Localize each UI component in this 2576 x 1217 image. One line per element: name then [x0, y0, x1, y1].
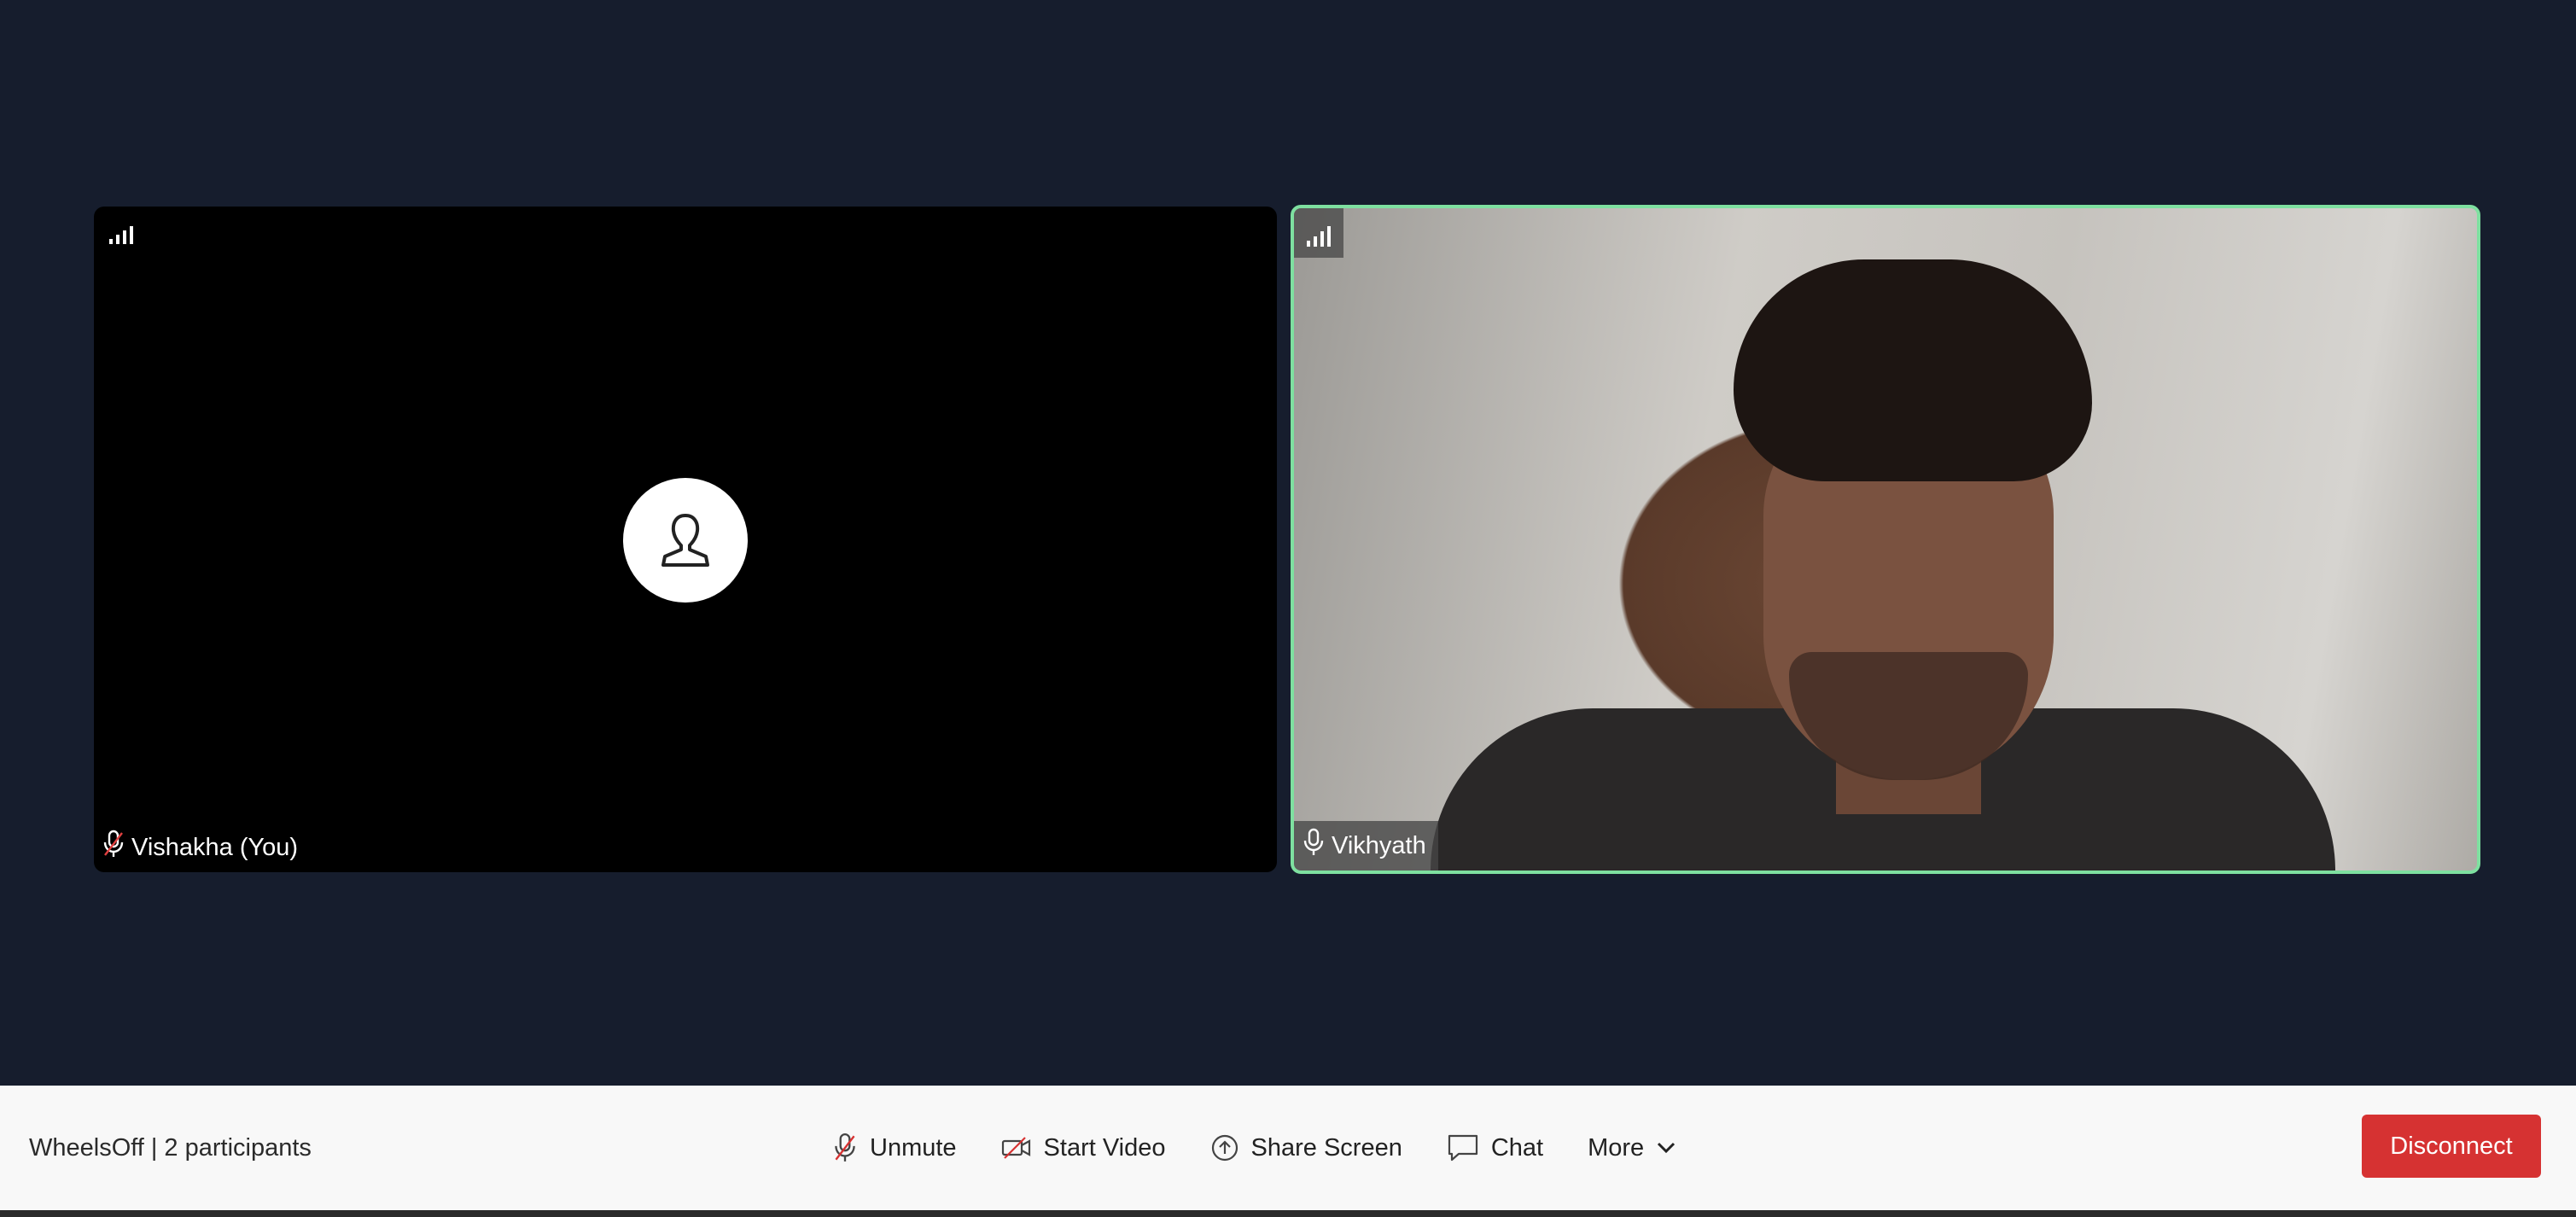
participant-tile-self[interactable]: Vishakha (You)	[94, 207, 1277, 872]
video-off-icon	[1001, 1135, 1032, 1161]
video-stage: Vishakha (You) Vikhyath	[0, 0, 2576, 1086]
call-controls: Unmute Start Video Share Screen Chat Mor…	[832, 1086, 1676, 1210]
share-screen-label: Share Screen	[1250, 1133, 1402, 1162]
more-button[interactable]: More	[1588, 1134, 1676, 1162]
meeting-info: WheelsOff | 2 participants	[29, 1086, 312, 1210]
share-screen-icon	[1210, 1133, 1239, 1162]
participant-name: Vishakha (You)	[131, 833, 299, 861]
participant-name: Vikhyath	[1332, 831, 1426, 859]
bottom-edge	[0, 1210, 2576, 1217]
chat-button[interactable]: Chat	[1447, 1133, 1543, 1162]
video-feed-subject	[1716, 259, 2092, 814]
user-avatar-icon	[623, 478, 748, 603]
participant-name-tag: Vishakha (You)	[94, 823, 310, 872]
mic-icon	[1303, 828, 1325, 864]
chat-label: Chat	[1490, 1133, 1544, 1162]
start-video-button[interactable]: Start Video	[1001, 1134, 1166, 1162]
disconnect-button[interactable]: Disconnect	[2362, 1115, 2541, 1178]
participant-tile-remote[interactable]: Vikhyath	[1291, 205, 2480, 874]
unmute-button[interactable]: Unmute	[832, 1133, 957, 1163]
mic-muted-icon	[102, 830, 125, 865]
chat-icon	[1447, 1133, 1479, 1162]
participant-count: 2 participants	[164, 1133, 312, 1162]
signal-bars-icon	[101, 212, 142, 253]
participant-name-tag: Vikhyath	[1294, 821, 1438, 871]
signal-bars-icon	[1294, 208, 1343, 258]
share-screen-button[interactable]: Share Screen	[1210, 1133, 1402, 1162]
meeting-name: WheelsOff	[29, 1133, 144, 1162]
chevron-down-icon	[1656, 1141, 1676, 1155]
meeting-toolbar: WheelsOff | 2 participants Unmute Start …	[0, 1086, 2576, 1210]
start-video-label: Start Video	[1043, 1133, 1166, 1162]
meeting-info-separator: |	[150, 1133, 158, 1162]
mic-muted-icon	[832, 1133, 858, 1163]
more-label: More	[1588, 1133, 1645, 1162]
unmute-label: Unmute	[870, 1133, 957, 1162]
